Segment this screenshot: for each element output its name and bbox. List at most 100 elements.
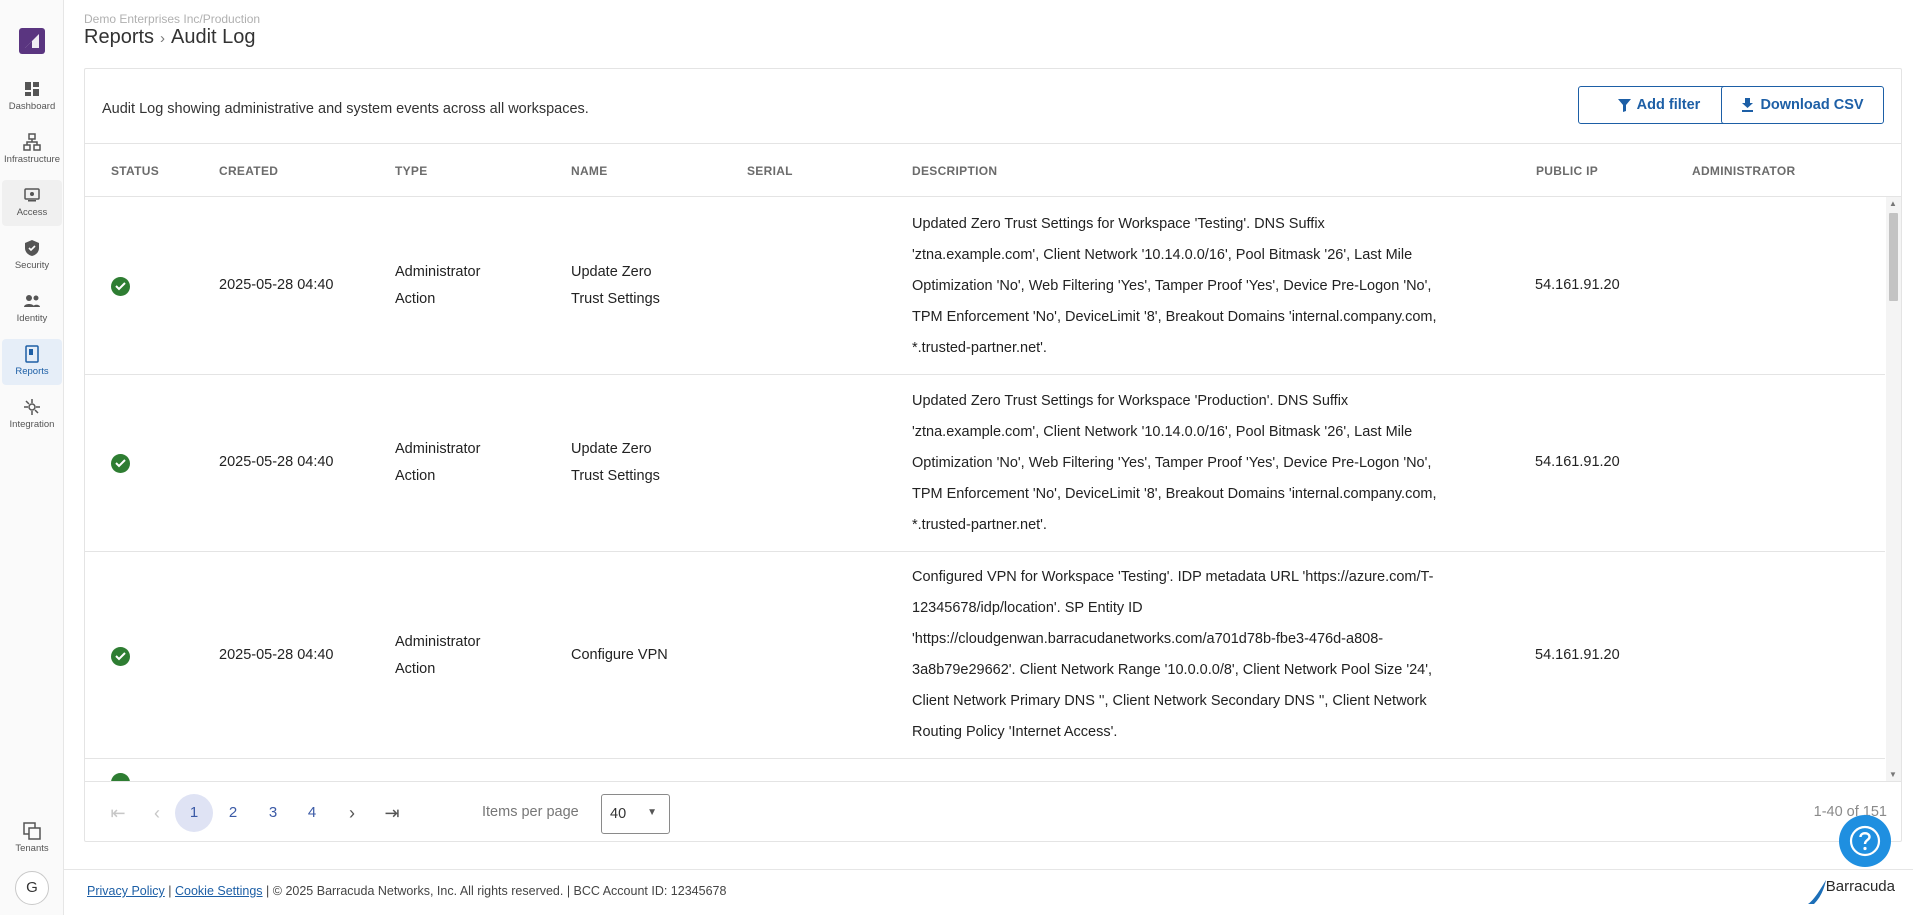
table-scrollbar[interactable]: ▲ ▼ <box>1886 197 1901 781</box>
table-row[interactable]: 2025-05-28 04:40 Administrator Action Con… <box>85 552 1885 759</box>
scroll-up-arrow-icon[interactable]: ▲ <box>1889 199 1897 208</box>
column-header-administrator[interactable]: ADMINISTRATOR <box>1692 164 1795 178</box>
user-avatar[interactable]: G <box>15 871 49 905</box>
previous-page-button[interactable]: ‹ <box>138 794 176 832</box>
public-ip-cell: 54.161.91.20 <box>1535 647 1620 663</box>
nav-item-security[interactable]: Security <box>2 233 62 279</box>
description-line: 'ztna.example.com', Client Network '10.1… <box>912 424 1413 440</box>
created-cell: 2025-05-28 04:40 <box>219 454 334 470</box>
description-line: Optimization 'No', Web Filtering 'Yes', … <box>912 455 1432 471</box>
help-button[interactable] <box>1839 815 1891 867</box>
download-csv-label: Download CSV <box>1760 97 1864 113</box>
copyright-text: | © 2025 Barracuda Networks, Inc. All ri… <box>266 884 727 898</box>
column-header-description[interactable]: DESCRIPTION <box>912 164 997 178</box>
first-page-button[interactable]: ⇤ <box>99 794 137 832</box>
public-ip-cell: 54.161.91.20 <box>1535 277 1620 293</box>
items-per-page-select[interactable]: 40 ▼ <box>601 794 670 834</box>
footer-text: Privacy Policy | Cookie Settings | © 202… <box>87 884 727 898</box>
table-row[interactable]: 2025-05-28 04:40 Administrator Action Upd… <box>85 375 1885 552</box>
pagination: ⇤ ‹ 1 2 3 4 › ⇥ Items per page 40 ▼ 1-40… <box>85 781 1901 842</box>
identity-icon <box>24 295 40 307</box>
type-cell: Administrator Action <box>395 629 480 683</box>
nav-item-infrastructure[interactable]: Infrastructure <box>2 127 62 173</box>
name-cell: Update Zero Trust Settings <box>571 259 660 313</box>
nav-item-tenants[interactable]: Tenants <box>2 816 62 862</box>
access-icon <box>24 188 40 202</box>
shield-icon <box>25 240 39 256</box>
infrastructure-icon <box>23 133 41 151</box>
tenants-icon <box>23 822 41 840</box>
next-page-button[interactable]: › <box>333 794 371 832</box>
table-body: 2025-05-28 04:40 Administrator Action Upd… <box>85 197 1885 781</box>
download-icon <box>1742 98 1754 112</box>
privacy-policy-link[interactable]: Privacy Policy <box>87 884 165 898</box>
breadcrumb-section[interactable]: Reports <box>84 26 154 48</box>
nav-label: Integration <box>9 419 55 430</box>
last-page-button[interactable]: ⇥ <box>373 794 411 832</box>
nav-item-integration[interactable]: Integration <box>2 392 62 438</box>
column-header-created[interactable]: CREATED <box>219 164 278 178</box>
description-line: 3a8b79e29662'. Client Network Range '10.… <box>912 662 1433 678</box>
breadcrumb: Reports › Audit Log <box>84 26 256 49</box>
dashboard-icon <box>25 82 39 96</box>
name-cell: Update Zero Trust Settings <box>571 436 660 490</box>
description-cell: Updated Zero Trust Settings for Workspac… <box>912 209 1472 364</box>
card-description: Audit Log showing administrative and sys… <box>102 101 589 117</box>
column-header-serial[interactable]: SERIAL <box>747 164 793 178</box>
nav-item-reports[interactable]: Reports <box>2 339 62 385</box>
nav-label: Tenants <box>15 843 49 854</box>
success-status-icon <box>111 277 130 296</box>
breadcrumb-separator: › <box>160 30 166 47</box>
name-line: Update Zero <box>571 264 652 280</box>
page-button-2[interactable]: 2 <box>214 794 252 832</box>
description-line: Client Network Primary DNS '', Client Ne… <box>912 693 1427 709</box>
type-cell: Administrator Action <box>395 436 480 490</box>
page-button-1[interactable]: 1 <box>175 794 213 832</box>
table-row[interactable]: 2025-05-28 04:40 Administrator Action Upd… <box>85 197 1885 375</box>
type-cell: Administrator Action <box>395 259 480 313</box>
page-button-3[interactable]: 3 <box>254 794 292 832</box>
nav-label: Security <box>14 260 50 271</box>
column-header-public-ip[interactable]: PUBLIC IP <box>1536 164 1598 178</box>
column-header-type[interactable]: TYPE <box>395 164 428 178</box>
success-status-icon <box>111 647 130 666</box>
table-row[interactable] <box>85 759 1885 781</box>
description-line: Routing Policy 'Internet Access'. <box>912 724 1118 740</box>
name-line: Configure VPN <box>571 647 668 663</box>
name-line: Update Zero <box>571 441 652 457</box>
app-logo[interactable] <box>19 28 45 54</box>
description-line: 'ztna.example.com', Client Network '10.1… <box>912 247 1413 263</box>
description-line: TPM Enforcement 'No', DeviceLimit '8', B… <box>912 486 1437 502</box>
filter-icon <box>1617 98 1631 112</box>
add-filter-button[interactable]: Add filter <box>1578 86 1740 124</box>
items-per-page-value: 40 <box>610 806 627 822</box>
type-line: Action <box>395 468 436 484</box>
barracuda-logo-icon <box>1807 880 1826 904</box>
nav-item-access[interactable]: Access <box>2 180 62 226</box>
items-per-page-label: Items per page <box>482 804 579 820</box>
audit-log-card: Audit Log showing administrative and sys… <box>84 68 1902 842</box>
description-line: Configured VPN for Workspace 'Testing'. … <box>912 569 1434 585</box>
description-line: Updated Zero Trust Settings for Workspac… <box>912 393 1349 409</box>
integration-icon <box>24 399 40 415</box>
nav-item-identity[interactable]: Identity <box>2 286 62 332</box>
download-csv-button[interactable]: Download CSV <box>1721 86 1884 124</box>
column-header-name[interactable]: NAME <box>571 164 608 178</box>
type-line: Action <box>395 291 436 307</box>
scroll-down-arrow-icon[interactable]: ▼ <box>1889 770 1897 779</box>
created-cell: 2025-05-28 04:40 <box>219 647 334 663</box>
barracuda-logo: Barracuda <box>1807 878 1895 904</box>
type-line: Action <box>395 661 436 677</box>
nav-item-dashboard[interactable]: Dashboard <box>2 74 62 120</box>
org-breadcrumb[interactable]: Demo Enterprises Inc/Production <box>84 12 260 26</box>
page-button-4[interactable]: 4 <box>293 794 331 832</box>
description-cell: Updated Zero Trust Settings for Workspac… <box>912 386 1472 541</box>
scrollbar-thumb[interactable] <box>1889 213 1898 301</box>
type-line: Administrator <box>395 441 481 457</box>
name-line: Trust Settings <box>571 291 660 307</box>
column-header-status[interactable]: STATUS <box>111 164 159 178</box>
created-cell: 2025-05-28 04:40 <box>219 277 334 293</box>
brand-name: Barracuda <box>1825 878 1895 895</box>
name-line: Trust Settings <box>571 468 660 484</box>
cookie-settings-link[interactable]: Cookie Settings <box>175 884 263 898</box>
